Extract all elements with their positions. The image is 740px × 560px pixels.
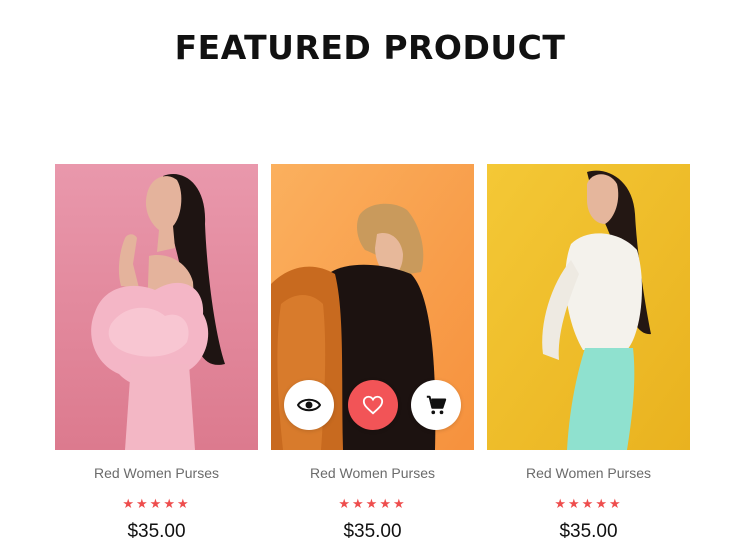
product-image[interactable] (55, 164, 258, 450)
wishlist-button[interactable] (348, 380, 398, 430)
product-name[interactable]: Red Women Purses (271, 465, 474, 481)
woman-white-blouse-photo (487, 164, 690, 450)
eye-icon (297, 398, 321, 412)
product-grid: Red Women Purses ★★★★★ $35.00 Red Women … (55, 164, 691, 554)
star-rating: ★★★★★ (554, 496, 623, 511)
cart-icon (426, 395, 447, 415)
product-price: $35.00 (343, 521, 402, 542)
product-image[interactable] (487, 164, 690, 450)
quick-view-button[interactable] (284, 380, 334, 430)
star-rating: ★★★★★ (338, 496, 407, 511)
product-name[interactable]: Red Women Purses (487, 465, 690, 481)
heart-icon (362, 395, 384, 415)
add-to-cart-button[interactable] (411, 380, 461, 430)
star-rating: ★★★★★ (122, 496, 191, 511)
section-title: FEATURED PRODUCT (174, 28, 566, 67)
woman-pink-dress-photo (55, 164, 258, 450)
product-name[interactable]: Red Women Purses (55, 465, 258, 481)
product-card[interactable]: Red Women Purses ★★★★★ $35.00 (487, 164, 690, 554)
product-price: $35.00 (559, 521, 618, 542)
product-price: $35.00 (127, 521, 186, 542)
product-card[interactable]: Red Women Purses ★★★★★ $35.00 (271, 164, 474, 554)
product-card[interactable]: Red Women Purses ★★★★★ $35.00 (55, 164, 258, 554)
